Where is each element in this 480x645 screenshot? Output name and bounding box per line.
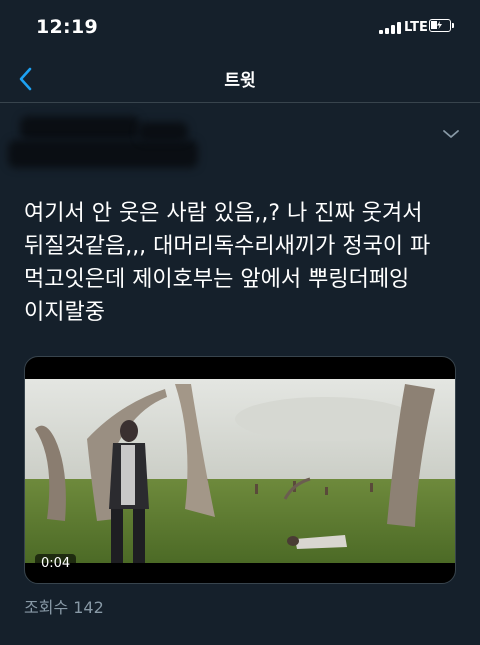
view-count[interactable]: 조회수 142 [24,594,104,618]
tweet-text: 여기서 안 웃은 사람 있음,,? 나 진짜 웃겨서 뒤질것같음,,, 대머리독… [24,201,431,325]
status-bar: 12:19 LTE [0,0,480,56]
status-time: 12:19 [36,16,98,38]
tweet-video[interactable]: 0:04 [24,356,456,584]
tweet-menu-button[interactable] [440,126,462,142]
battery-cap [452,23,454,28]
page-title: 트윗 [224,71,256,91]
chevron-down-icon [443,130,459,138]
network-type: LTE [404,20,428,35]
author-redacted [8,112,208,176]
video-duration: 0:04 [35,554,77,573]
video-thumbnail [25,379,455,563]
nav-bar: 트윗 [0,56,480,103]
battery-charging-icon [429,19,451,32]
signal-icon [379,22,401,34]
